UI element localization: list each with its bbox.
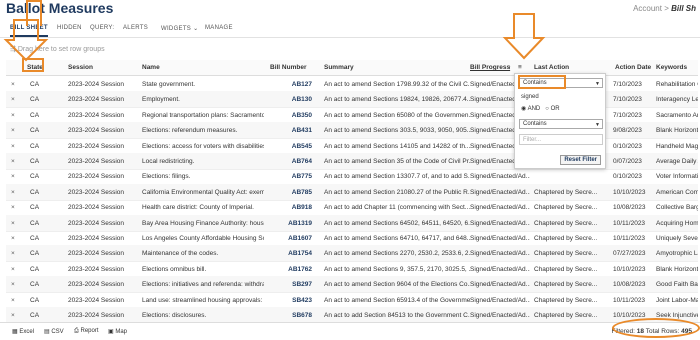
app-window: Ballot Measures Account > Bill Sh BILL S…: [0, 0, 700, 340]
annotation-arrows: [3, 13, 546, 62]
annotation-arrow-last-action: [502, 13, 546, 60]
annotation-arrow-state: [3, 19, 49, 62]
annotation-oval-row-count: [612, 318, 700, 338]
